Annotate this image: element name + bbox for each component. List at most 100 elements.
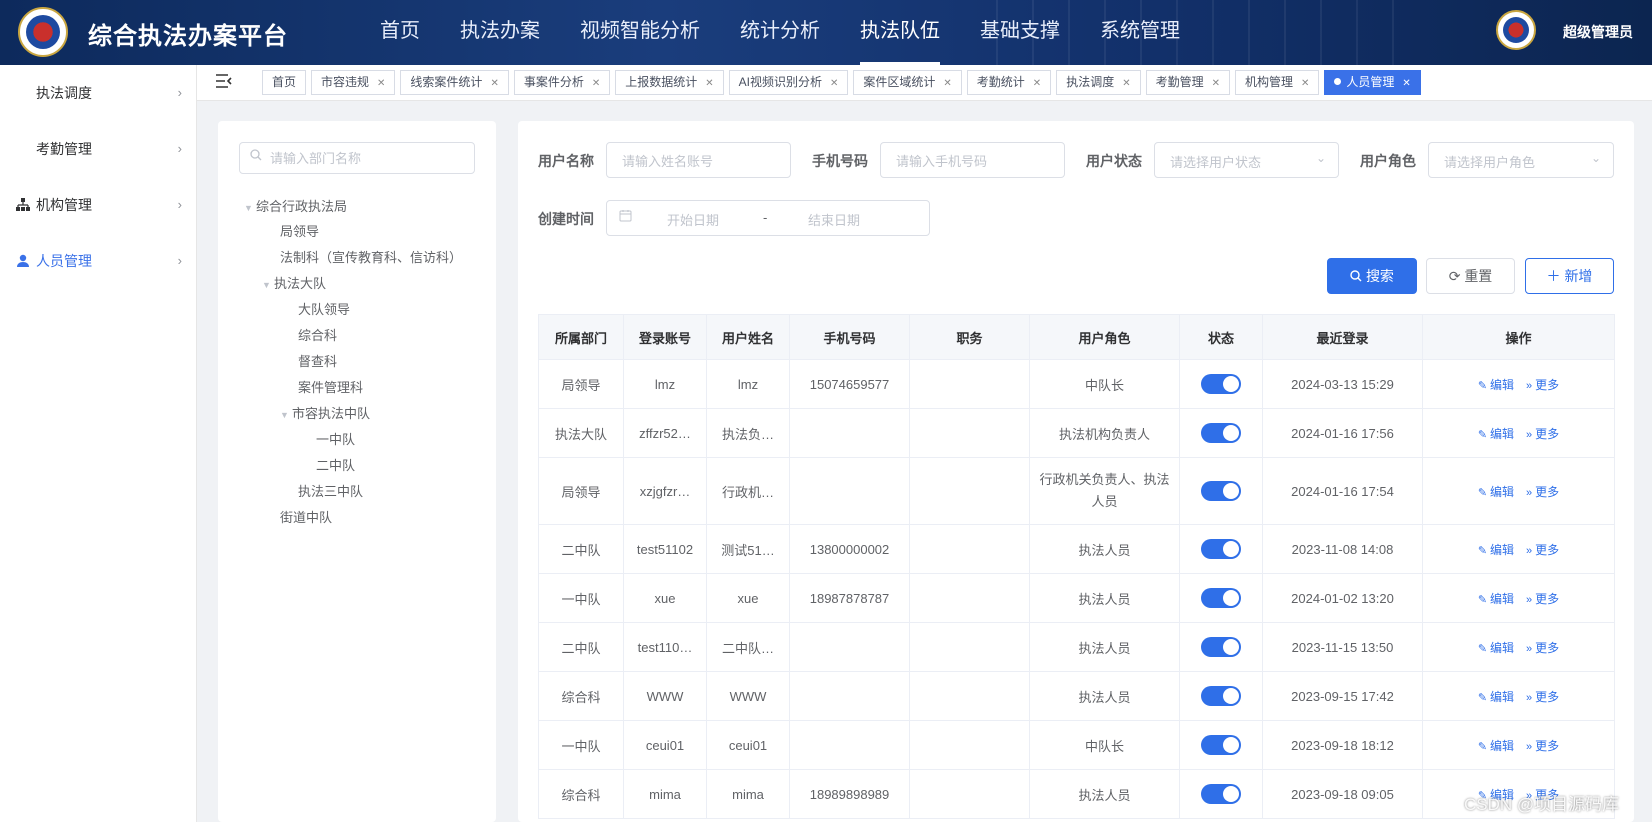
status-toggle[interactable] — [1201, 686, 1241, 706]
edit-link[interactable]: ✎ 编辑 — [1478, 485, 1514, 499]
start-date-placeholder[interactable]: 开始日期 — [667, 210, 719, 229]
status-toggle[interactable] — [1201, 374, 1241, 394]
tree-node[interactable]: 二中队 — [316, 453, 355, 479]
edit-link[interactable]: ✎ 编辑 — [1478, 592, 1514, 606]
tree-node[interactable]: 督查科 — [298, 349, 337, 375]
menu-toggle-icon[interactable] — [215, 73, 233, 94]
more-link[interactable]: » 更多 — [1526, 641, 1559, 655]
status-toggle[interactable] — [1201, 539, 1241, 559]
tab-dispatch[interactable]: 执法调度 ✕ — [1056, 70, 1141, 95]
tab-org[interactable]: 机构管理 ✕ — [1235, 70, 1320, 95]
more-link[interactable]: » 更多 — [1526, 543, 1559, 557]
cell-phone — [789, 720, 910, 770]
close-icon[interactable]: ✕ — [377, 78, 385, 89]
date-range-picker[interactable]: 开始日期 - 结束日期 — [606, 200, 930, 236]
nav-home[interactable]: 首页 — [360, 0, 440, 65]
nav-case-handling[interactable]: 执法办案 — [440, 0, 560, 65]
tab-report-stats[interactable]: 上报数据统计 ✕ — [615, 70, 724, 95]
more-link[interactable]: » 更多 — [1526, 690, 1559, 704]
sidebar-item-attendance[interactable]: 考勤管理 › — [0, 121, 196, 177]
user-name[interactable]: 超级管理员 — [1563, 22, 1633, 42]
status-toggle[interactable] — [1201, 735, 1241, 755]
more-link[interactable]: » 更多 — [1526, 592, 1559, 606]
close-icon[interactable]: ✕ — [1033, 78, 1041, 89]
calendar-icon — [619, 209, 632, 225]
caret-down-icon[interactable]: ▼ — [280, 402, 292, 428]
dept-search-field[interactable] — [239, 142, 475, 174]
tab-attendance-stats[interactable]: 考勤统计 ✕ — [966, 70, 1052, 95]
close-icon[interactable]: ✕ — [830, 78, 838, 89]
caret-down-icon[interactable]: ▼ — [262, 272, 274, 298]
close-icon[interactable]: ✕ — [1122, 78, 1130, 89]
cell-post — [909, 457, 1030, 525]
close-icon[interactable]: ✕ — [592, 78, 600, 89]
tree-node[interactable]: ▼ 执法大队 — [262, 271, 326, 297]
nav-team[interactable]: 执法队伍 — [840, 0, 960, 65]
add-button[interactable]: ＋ 新增 — [1525, 258, 1614, 294]
tab-ai-video[interactable]: AI视频识别分析 ✕ — [728, 70, 849, 95]
tree-node[interactable]: 法制科（宣传教育科、信访科） — [280, 245, 462, 271]
tab-home[interactable]: 首页 — [262, 70, 307, 95]
phone-input[interactable] — [896, 152, 1046, 170]
tree-node[interactable]: 一中队 — [316, 427, 355, 453]
sidebar-item-personnel[interactable]: 人员管理 › — [0, 233, 196, 289]
more-link[interactable]: » 更多 — [1526, 378, 1559, 392]
tab-attendance[interactable]: 考勤管理 ✕ — [1145, 70, 1230, 95]
close-icon[interactable]: ✕ — [1212, 78, 1220, 89]
status-toggle[interactable] — [1201, 481, 1241, 501]
cell-last-login: 2024-03-13 15:29 — [1262, 359, 1423, 409]
phone-field[interactable] — [880, 142, 1065, 178]
tree-node[interactable]: 局领导 — [280, 219, 319, 245]
tab-city-violation[interactable]: 市容违规 ✕ — [311, 70, 396, 95]
nav-basic-support[interactable]: 基础支撑 — [960, 0, 1080, 65]
tab-clue-stats[interactable]: 线索案件统计 ✕ — [400, 70, 509, 95]
status-select[interactable]: 请选择用户状态 ⌄ — [1154, 142, 1339, 178]
tab-region-stats[interactable]: 案件区域统计 ✕ — [853, 70, 962, 95]
role-select[interactable]: 请选择用户角色 ⌄ — [1428, 142, 1614, 178]
more-link[interactable]: » 更多 — [1526, 427, 1559, 441]
sidebar-item-org[interactable]: 机构管理 › — [0, 177, 196, 233]
close-icon[interactable]: ✕ — [490, 78, 498, 89]
status-toggle[interactable] — [1201, 423, 1241, 443]
edit-link[interactable]: ✎ 编辑 — [1478, 543, 1514, 557]
close-icon[interactable]: ✕ — [1301, 78, 1309, 89]
tree-node[interactable]: 综合科 — [298, 323, 337, 349]
more-link[interactable]: » 更多 — [1526, 485, 1559, 499]
close-icon[interactable]: ✕ — [943, 78, 951, 89]
search-button[interactable]: 搜索 — [1327, 258, 1417, 294]
nav-video-analysis[interactable]: 视频智能分析 — [560, 0, 720, 65]
close-icon[interactable]: ✕ — [1402, 78, 1410, 89]
tree-node[interactable]: 街道中队 — [280, 505, 332, 531]
edit-link[interactable]: ✎ 编辑 — [1478, 378, 1514, 392]
dept-search-input[interactable] — [270, 149, 465, 167]
tab-case-analysis[interactable]: 事案件分析 ✕ — [513, 70, 611, 95]
more-link[interactable]: » 更多 — [1526, 739, 1559, 753]
username-input[interactable] — [622, 152, 772, 170]
nav-statistics[interactable]: 统计分析 — [720, 0, 840, 65]
edit-link[interactable]: ✎ 编辑 — [1478, 690, 1514, 704]
caret-down-icon[interactable]: ▼ — [244, 195, 256, 221]
edit-link[interactable]: ✎ 编辑 — [1478, 427, 1514, 441]
close-icon[interactable]: ✕ — [705, 78, 713, 89]
double-chevron-icon: » — [1526, 486, 1533, 499]
nav-system[interactable]: 系统管理 — [1080, 0, 1200, 65]
status-toggle[interactable] — [1201, 784, 1241, 804]
tree-node[interactable]: 案件管理科 — [298, 375, 363, 401]
table-row: 一中队 xue xue 18987878787 执法人员 2024-01-02 13:20… — [538, 573, 1615, 623]
tree-node[interactable]: ▼ 综合行政执法局 — [244, 194, 347, 220]
tree-node[interactable]: 执法三中队 — [298, 479, 363, 505]
reset-button[interactable]: ⟳ 重置 — [1426, 258, 1515, 294]
edit-link[interactable]: ✎ 编辑 — [1478, 641, 1514, 655]
sidebar-item-dispatch[interactable]: 执法调度 › — [0, 65, 196, 121]
tree-node[interactable]: ▼ 市容执法中队 — [280, 401, 370, 427]
status-toggle[interactable] — [1201, 588, 1241, 608]
cell-phone — [789, 408, 910, 458]
edit-link[interactable]: ✎ 编辑 — [1478, 739, 1514, 753]
end-date-placeholder[interactable]: 结束日期 — [808, 210, 860, 229]
tab-personnel[interactable]: 人员管理 ✕ — [1324, 70, 1421, 95]
cell-name: 二中队… — [706, 622, 790, 672]
tree-node[interactable]: 大队领导 — [298, 297, 350, 323]
user-avatar[interactable] — [1496, 10, 1536, 50]
status-toggle[interactable] — [1201, 637, 1241, 657]
username-field[interactable] — [606, 142, 791, 178]
